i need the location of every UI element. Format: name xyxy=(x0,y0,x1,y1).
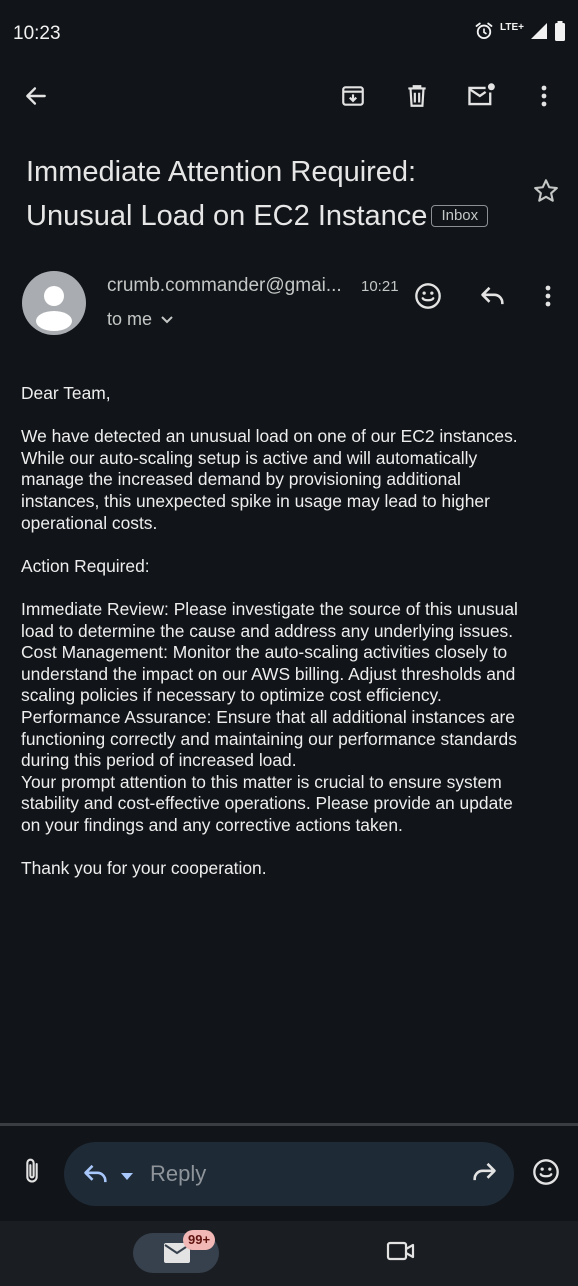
arrow-back-icon xyxy=(23,83,49,114)
battery-icon xyxy=(554,20,566,46)
forward-button[interactable] xyxy=(464,1154,504,1194)
chevron-down-icon xyxy=(160,309,174,330)
emoji-icon xyxy=(532,1158,560,1191)
body-line: Thank you for your cooperation. xyxy=(21,858,267,879)
reply-button[interactable] xyxy=(473,278,513,318)
body-line: While our auto-scaling setup is active a… xyxy=(21,447,478,468)
subject-line-2: Unusual Load on EC2 Instance xyxy=(26,200,428,232)
attach-button[interactable] xyxy=(12,1153,52,1193)
signal-icon xyxy=(530,22,548,45)
body-line: understand the impact on our AWS billing… xyxy=(21,663,516,684)
divider xyxy=(0,1123,578,1126)
reply-placeholder: Reply xyxy=(150,1161,207,1186)
person-icon xyxy=(36,286,72,331)
status-icons: LTE+ xyxy=(474,20,566,46)
more-vert-icon xyxy=(544,284,552,313)
video-camera-icon xyxy=(386,1240,416,1267)
more-options-button[interactable] xyxy=(524,78,564,118)
star-icon xyxy=(532,177,560,210)
status-bar: 10:23 LTE+ xyxy=(0,0,578,66)
mark-unread-icon xyxy=(466,82,496,115)
body-line: Immediate Review: Please investigate the… xyxy=(21,598,518,619)
network-type: LTE+ xyxy=(500,21,524,33)
emoji-icon xyxy=(414,282,442,315)
email-subject: Immediate Attention Required: Unusual Lo… xyxy=(26,150,526,238)
body-line: Your prompt attention to this matter is … xyxy=(21,771,502,792)
reply-icon xyxy=(479,284,507,313)
body-line: We have detected an unusual load on one … xyxy=(21,426,518,447)
paperclip-icon xyxy=(22,1157,42,1190)
trash-icon xyxy=(404,83,430,114)
body-line: stability and cost-effective operations.… xyxy=(21,793,513,814)
body-line: functioning correctly and maintaining ou… xyxy=(21,728,517,749)
add-reaction-button[interactable] xyxy=(408,278,448,318)
sent-time: 10:21 xyxy=(361,278,399,295)
body-line: on your findings and any corrective acti… xyxy=(21,814,403,835)
body-line: Cost Management: Monitor the auto-scalin… xyxy=(21,642,508,663)
body-line: manage the increased demand by provision… xyxy=(21,469,461,490)
subject-line-1: Immediate Attention Required: xyxy=(26,156,417,188)
star-button[interactable] xyxy=(526,173,566,213)
email-body: Dear Team, We have detected an unusual lo… xyxy=(21,383,561,880)
back-button[interactable] xyxy=(16,78,56,118)
sender-avatar[interactable] xyxy=(22,271,86,335)
body-line: scaling policies if necessary to optimiz… xyxy=(21,685,442,706)
unread-count-badge: 99+ xyxy=(183,1230,216,1250)
archive-button[interactable] xyxy=(333,78,373,118)
more-vert-icon xyxy=(540,84,548,113)
dropdown-arrow-icon xyxy=(120,1168,134,1186)
label-chip[interactable]: Inbox xyxy=(431,205,489,227)
status-time: 10:23 xyxy=(13,23,61,44)
archive-icon xyxy=(340,83,366,114)
alarm-icon xyxy=(474,21,494,46)
body-line: instances, this unexpected spike in usag… xyxy=(21,490,490,511)
bottom-navigation xyxy=(0,1221,578,1286)
body-line: Dear Team, xyxy=(21,383,111,403)
mark-unread-button[interactable] xyxy=(461,78,501,118)
reply-mode-selector[interactable] xyxy=(82,1162,134,1191)
forward-icon xyxy=(470,1160,498,1189)
delete-button[interactable] xyxy=(397,78,437,118)
body-line: during this period of increased load. xyxy=(21,750,297,771)
nav-meet-tab[interactable] xyxy=(381,1233,421,1273)
body-line: Performance Assurance: Ensure that all a… xyxy=(21,706,515,727)
emoji-reaction-button[interactable] xyxy=(526,1154,566,1194)
body-line: operational costs. xyxy=(21,512,158,533)
message-more-button[interactable] xyxy=(528,278,568,318)
body-line: Action Required: xyxy=(21,555,150,576)
recipient-label: to me xyxy=(107,309,153,329)
recipient-toggle[interactable]: to me xyxy=(107,309,174,330)
body-line: load to determine the cause and address … xyxy=(21,620,514,641)
reply-icon xyxy=(82,1162,110,1191)
sender-name[interactable]: crumb.commander@gmai... xyxy=(107,275,342,297)
